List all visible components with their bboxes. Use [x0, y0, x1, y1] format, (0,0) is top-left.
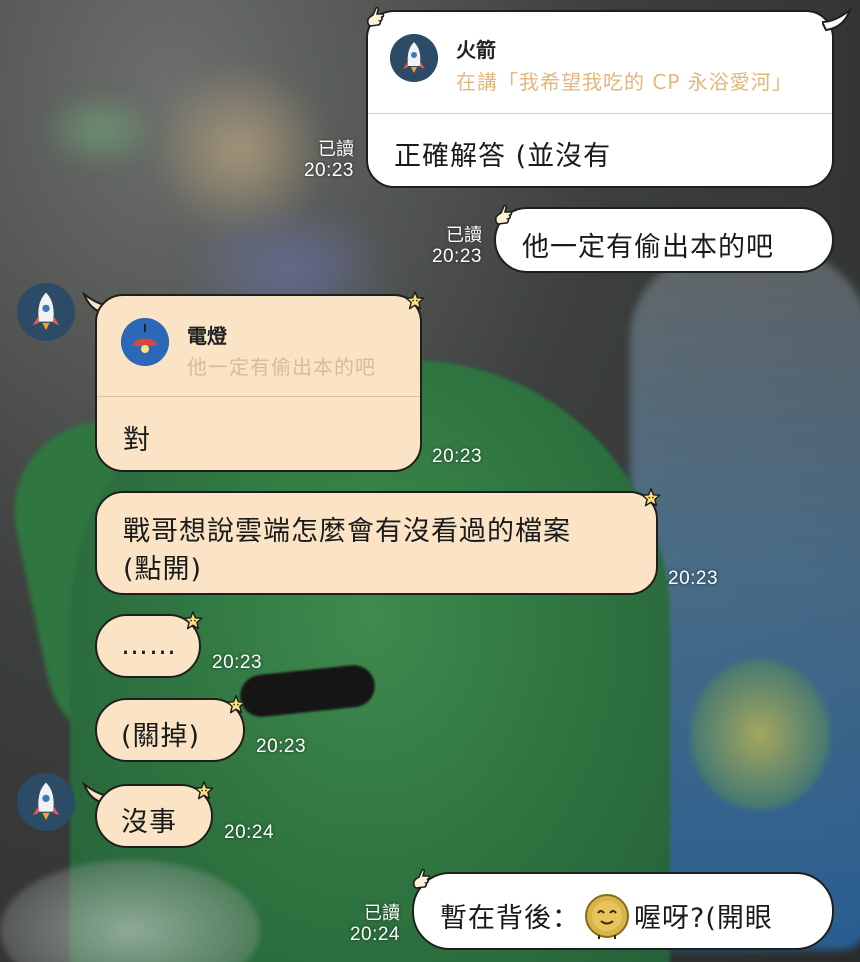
star-icon — [405, 291, 425, 310]
reply-sender-name: 火箭 — [456, 38, 496, 62]
rocket-icon — [390, 34, 438, 82]
message-text: …… — [121, 630, 177, 661]
timestamp: 20:23 — [431, 246, 482, 267]
message-meta: 20:23 — [212, 652, 272, 674]
timestamp: 20:23 — [303, 160, 354, 181]
message-meta: 已讀 20:23 — [418, 224, 482, 268]
hand-pointer-icon — [366, 6, 385, 27]
lamp-icon — [121, 318, 169, 366]
reply-divider — [368, 113, 832, 114]
reply-divider — [97, 396, 420, 397]
bubble-tail — [822, 8, 852, 32]
timestamp: 20:23 — [212, 652, 263, 673]
message-text: 正確解答 (並沒有 — [394, 141, 612, 172]
timestamp: 20:24 — [349, 924, 400, 945]
message-bubble-incoming[interactable]: 電燈 他一定有偷出本的吧 對 — [95, 294, 422, 472]
message-text-line: (點開) — [123, 554, 203, 585]
background-light — [40, 90, 160, 170]
star-icon — [194, 781, 214, 800]
message-bubble-outgoing[interactable]: 暫在背後： 喔呀?(開眼 — [412, 872, 834, 950]
hand-pointer-icon — [494, 204, 513, 225]
timestamp: 20:23 — [668, 568, 719, 589]
coin-face-emoji — [585, 893, 629, 939]
message-bubble-outgoing[interactable]: 火箭 在講「我希望我吃的 CP 永浴愛河」 正確解答 (並沒有 — [366, 10, 834, 188]
message-meta: 20:24 — [224, 822, 284, 844]
chat-screen: 已讀 20:23 火箭 在講「我希望我吃的 CP 永浴愛河」 正確解答 (並沒有… — [0, 0, 860, 962]
message-text-line: 戰哥想說雲端怎麼會有沒看過的檔案 — [123, 516, 571, 547]
message-text: 沒事 — [121, 807, 177, 838]
star-icon — [641, 488, 661, 507]
star-icon — [226, 695, 246, 714]
message-bubble-incoming[interactable]: 戰哥想說雲端怎麼會有沒看過的檔案 (點開) — [95, 491, 658, 595]
message-text: 他一定有偷出本的吧 — [522, 232, 774, 263]
message-meta: 20:23 — [668, 568, 728, 590]
message-meta: 20:23 — [256, 736, 316, 758]
message-bubble-outgoing[interactable]: 他一定有偷出本的吧 — [494, 207, 834, 273]
message-text-after: 喔呀?(開眼 — [634, 903, 773, 934]
message-text: 暫在背後： 喔呀?(開眼 — [440, 893, 773, 939]
reply-sender-name: 電燈 — [187, 324, 227, 348]
rocket-icon — [17, 283, 75, 341]
star-icon — [183, 611, 203, 630]
hand-pointer-icon — [412, 868, 431, 889]
avatar[interactable] — [17, 283, 75, 341]
timestamp: 20:23 — [432, 446, 483, 467]
message-bubble-incoming[interactable]: (關掉) — [95, 698, 245, 762]
message-meta: 已讀 20:23 — [290, 138, 354, 182]
background-bottle-label — [690, 660, 830, 810]
message-meta: 已讀 20:24 — [334, 902, 400, 946]
reply-quote-text: 在講「我希望我吃的 CP 永浴愛河」 — [456, 70, 793, 94]
timestamp: 20:24 — [224, 822, 275, 843]
read-receipt: 已讀 — [446, 225, 482, 245]
background-bottle — [630, 250, 860, 950]
message-text-before: 暫在背後： — [440, 903, 580, 934]
message-text: (關掉) — [121, 721, 201, 752]
avatar[interactable] — [17, 773, 75, 831]
reply-quote-text: 他一定有偷出本的吧 — [187, 355, 376, 379]
timestamp: 20:23 — [256, 736, 307, 757]
rocket-icon — [17, 773, 75, 831]
message-meta: 20:23 — [432, 446, 492, 468]
background-cup — [0, 860, 260, 962]
read-receipt: 已讀 — [318, 139, 354, 159]
read-receipt: 已讀 — [364, 903, 400, 923]
message-text: 對 — [123, 425, 151, 456]
